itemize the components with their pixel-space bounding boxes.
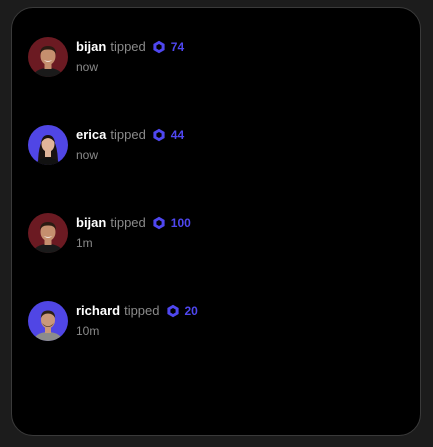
tip-item[interactable]: bijan tipped 74 now — [28, 37, 388, 81]
avatar[interactable] — [28, 301, 68, 341]
tip-amount: 74 — [170, 40, 185, 54]
username[interactable]: bijan — [76, 214, 106, 232]
tip-item[interactable]: erica tipped 44 now — [28, 125, 388, 169]
tip-amount: 100 — [170, 216, 191, 230]
tip-summary: bijan tipped 100 — [76, 214, 191, 232]
tip-summary: erica tipped 44 — [76, 126, 184, 144]
timestamp: now — [76, 148, 99, 162]
tip-summary: richard tipped 20 — [76, 302, 198, 320]
tip-action-label: tipped — [124, 303, 160, 318]
tip-amount: 20 — [184, 304, 198, 318]
tip-action-label: tipped — [110, 215, 146, 230]
tips-feed-card: bijan tipped 74 now erica tipped 44 now … — [11, 7, 421, 436]
tip-item[interactable]: richard tipped 20 10m — [28, 301, 388, 345]
tip-action-label: tipped — [110, 39, 146, 54]
tip-amount: 44 — [170, 128, 185, 142]
avatar[interactable] — [28, 213, 68, 253]
avatar[interactable] — [28, 37, 68, 77]
timestamp: now — [76, 60, 99, 74]
username[interactable]: erica — [76, 126, 106, 144]
tip-item[interactable]: bijan tipped 100 1m — [28, 213, 388, 257]
tip-action-label: tipped — [110, 127, 146, 142]
tip-summary: bijan tipped 74 — [76, 38, 184, 56]
timestamp: 10m — [76, 324, 100, 338]
hexagon-token-icon — [166, 304, 180, 318]
hexagon-token-icon — [152, 128, 166, 142]
avatar[interactable] — [28, 125, 68, 165]
username[interactable]: bijan — [76, 38, 106, 56]
hexagon-token-icon — [152, 40, 166, 54]
hexagon-token-icon — [152, 216, 166, 230]
timestamp: 1m — [76, 236, 93, 250]
username[interactable]: richard — [76, 302, 120, 320]
